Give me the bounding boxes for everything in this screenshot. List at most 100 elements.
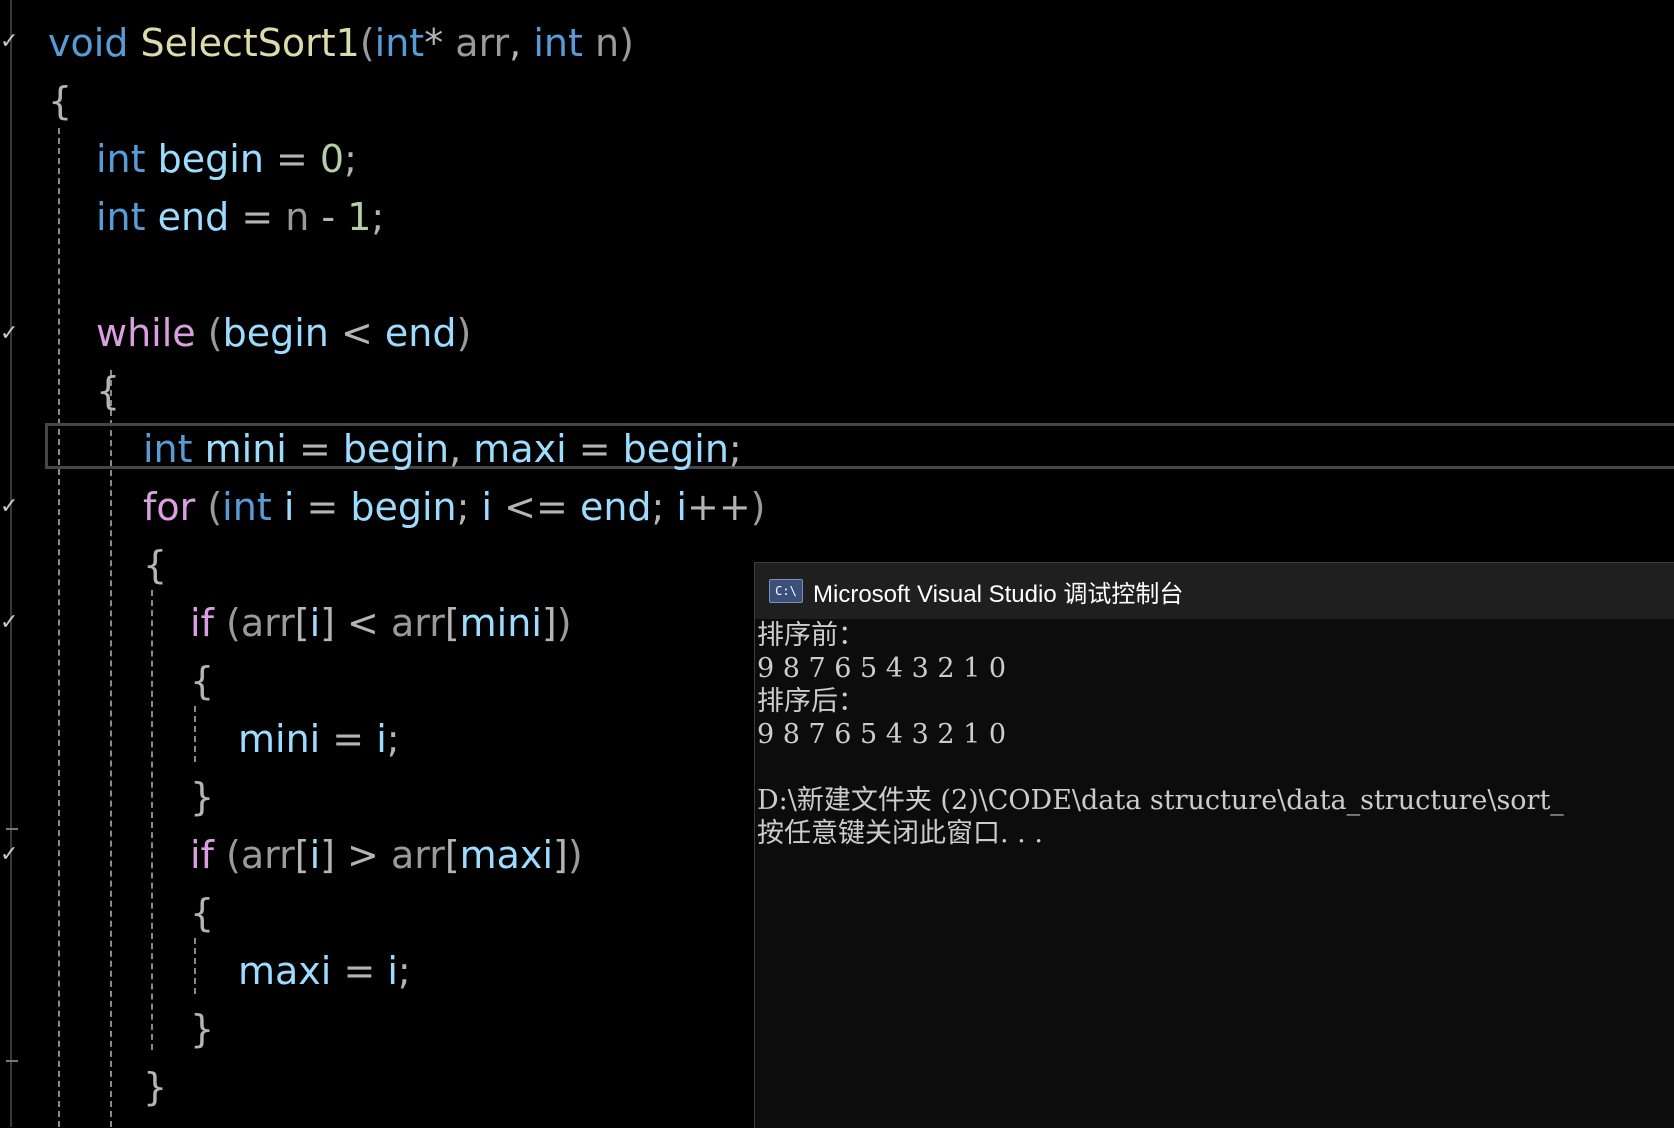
code-token: < [334, 601, 391, 645]
console-titlebar[interactable]: C:\ Microsoft Visual Studio 调试控制台 [755, 563, 1674, 619]
indent-guide [58, 128, 60, 1127]
code-token: int [374, 21, 425, 65]
code-token: < [328, 311, 385, 355]
code-token: ( [359, 21, 375, 65]
code-token: ( [207, 485, 223, 529]
code-token: 1 [347, 195, 372, 239]
console-title: Microsoft Visual Studio 调试控制台 [813, 580, 1184, 608]
code-token: ; [397, 949, 411, 993]
fold-end-marker [6, 1060, 18, 1062]
code-line[interactable]: int begin = 0; [96, 130, 357, 188]
console-line: 9 8 7 6 5 4 3 2 1 0 [757, 719, 1007, 750]
code-line[interactable]: } [190, 1000, 214, 1058]
code-line[interactable]: { [48, 72, 72, 130]
code-token: { [48, 79, 73, 123]
code-token: int [96, 137, 146, 181]
code-token: mini [459, 601, 542, 645]
gutter-margin [10, 0, 12, 1127]
code-line[interactable]: mini = i; [238, 710, 400, 768]
code-line[interactable]: } [190, 768, 214, 826]
code-line[interactable]: int end = n - 1; [96, 188, 384, 246]
code-token: = [294, 485, 351, 529]
code-token: ) [619, 21, 634, 65]
code-token: ) [556, 601, 572, 645]
code-token: [ [444, 601, 460, 645]
code-token: [ [294, 601, 310, 645]
code-token: int [533, 21, 583, 65]
code-token: i [387, 949, 398, 993]
code-token: int [143, 427, 193, 471]
code-token: } [143, 1065, 168, 1109]
code-token: arr [240, 833, 295, 877]
code-token: end [157, 195, 230, 239]
code-token: ) [456, 311, 472, 355]
code-line[interactable]: } [143, 1058, 167, 1116]
fold-toggle-icon[interactable]: ✓ [0, 612, 22, 634]
code-token: maxi [238, 949, 332, 993]
code-token: i [309, 601, 321, 645]
code-token: ] [320, 833, 335, 877]
code-token: { [190, 891, 215, 935]
code-token: i [481, 485, 493, 529]
code-token: , [509, 21, 534, 65]
code-token: > [334, 833, 391, 877]
console-line: 排序前： [757, 620, 865, 651]
fold-toggle-icon[interactable]: ✓ [0, 496, 22, 518]
code-token: begin [350, 485, 457, 529]
console-output[interactable]: 排序前： 9 8 7 6 5 4 3 2 1 0 排序后： 9 8 7 6 5 … [757, 619, 1674, 1128]
code-token: begin [342, 427, 450, 471]
fold-toggle-icon[interactable]: ✓ [0, 31, 22, 53]
code-token: ] [320, 601, 335, 645]
console-line: 排序后： [757, 686, 865, 717]
code-token: arr [455, 21, 510, 65]
code-token: arr [240, 601, 295, 645]
code-token: <= [492, 485, 580, 529]
code-token: i [376, 717, 387, 761]
code-token: SelectSort1 [140, 21, 360, 65]
code-token: begin [622, 427, 729, 471]
fold-end-marker [6, 828, 18, 830]
code-line[interactable]: void SelectSort1(int* arr, int n) [48, 14, 634, 72]
code-token: if [190, 833, 214, 877]
code-line[interactable]: { [190, 652, 214, 710]
code-token: ( [226, 833, 241, 877]
code-token: ; [728, 427, 742, 471]
console-line: 9 8 7 6 5 4 3 2 1 0 [757, 653, 1007, 684]
code-token: = [263, 137, 320, 181]
console-app-icon: C:\ [769, 579, 803, 603]
code-token: ; [456, 485, 482, 529]
fold-toggle-icon[interactable]: ✓ [0, 844, 22, 866]
code-token: mini [238, 717, 321, 761]
code-token: ( [207, 311, 223, 355]
code-token: = [566, 427, 623, 471]
code-line[interactable]: for (int i = begin; i <= end; i++) [143, 478, 766, 536]
debug-console-window[interactable]: C:\ Microsoft Visual Studio 调试控制台 排序前： 9… [754, 562, 1674, 1128]
code-line[interactable]: maxi = i; [238, 942, 411, 1000]
code-line[interactable]: if (arr[i] > arr[maxi]) [190, 826, 583, 884]
code-token: int [222, 485, 272, 529]
code-token: maxi [473, 427, 567, 471]
code-line[interactable]: { [96, 362, 120, 420]
code-token: end [384, 311, 457, 355]
code-token: * [424, 21, 456, 65]
code-token: i [283, 485, 295, 529]
code-token: ; [344, 137, 357, 181]
code-line[interactable]: while (begin < end) [96, 304, 471, 362]
code-line[interactable]: { [190, 884, 214, 942]
code-line[interactable]: int mini = begin, maxi = begin; [143, 420, 742, 478]
code-token: if [190, 601, 214, 645]
fold-toggle-icon[interactable]: ✓ [0, 323, 22, 345]
code-token: = [229, 195, 286, 239]
code-line[interactable]: { [143, 536, 167, 594]
code-line[interactable]: if (arr[i] < arr[mini]) [190, 594, 572, 652]
code-token: [ [294, 833, 310, 877]
